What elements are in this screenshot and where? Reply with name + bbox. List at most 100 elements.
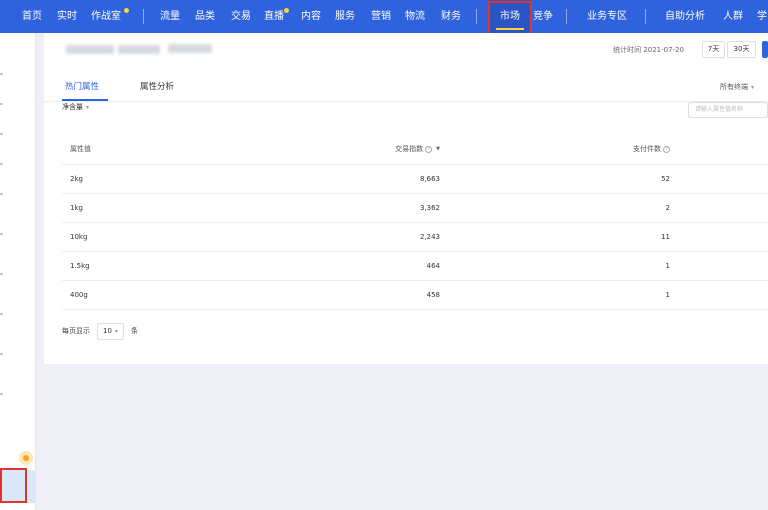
channel-select-label: 所有终端 (719, 83, 748, 91)
range-custom-button[interactable] (762, 41, 768, 58)
sidebar-highlight-box (0, 468, 27, 503)
cell-attribute-value: 1.5kg (62, 251, 272, 281)
nav-item-category[interactable]: 品类 (195, 0, 215, 33)
nav-separator (566, 9, 567, 24)
attribute-filter-select[interactable]: 净含量 ▾ (62, 102, 89, 112)
pager-prefix: 每页显示 (62, 327, 90, 335)
cell-pay-count: 1 (440, 251, 670, 281)
left-sidebar (0, 33, 36, 510)
nav-item-home[interactable]: 首页 (22, 0, 42, 33)
nav-item-marketing[interactable]: 营销 (371, 0, 391, 33)
cell-spacer (670, 280, 768, 310)
blurred-breadcrumb (118, 45, 160, 54)
chevron-down-icon: ▾ (86, 104, 90, 111)
sidebar-item-marker (0, 133, 3, 135)
blurred-breadcrumb (66, 45, 114, 54)
nav-item-realtime[interactable]: 实时 (57, 0, 77, 33)
cell-attribute-value: 10kg (62, 222, 272, 252)
cell-attribute-value: 1kg (62, 193, 272, 223)
sidebar-item-marker (0, 313, 3, 315)
sidebar-item-marker (0, 103, 3, 105)
page-size-select[interactable]: 10 ▾ (97, 322, 124, 340)
cell-pay-count: 52 (440, 164, 670, 194)
top-nav: 首页 实时 作战室 流量 品类 交易 直播 内容 服务 营销 物流 财务 市场 … (0, 0, 768, 36)
info-icon[interactable]: ? (663, 145, 670, 153)
table-row: 2kg 8,663 52 (62, 164, 768, 194)
nav-item-live[interactable]: 直播 (264, 0, 284, 33)
sidebar-item-marker (0, 73, 3, 75)
column-header-pay-count[interactable]: 支付件数? (440, 135, 670, 165)
cell-pay-count: 11 (440, 222, 670, 252)
nav-item-learn[interactable]: 学 (757, 0, 767, 33)
tab-active-ink (62, 99, 108, 101)
sidebar-item-marker (0, 393, 3, 395)
cell-attribute-value: 400g (62, 280, 272, 310)
nav-separator (476, 9, 477, 24)
sidebar-item-marker (0, 193, 3, 195)
page-size-value: 10 (103, 326, 112, 335)
sidebar-notification-icon[interactable] (19, 451, 33, 465)
sort-desc-icon[interactable]: ▼ (436, 146, 440, 152)
tab-hot-attributes[interactable]: 热门属性 (65, 80, 99, 92)
column-header-trade-index-label: 交易指数 (395, 145, 424, 154)
nav-item-competition[interactable]: 竞争 (533, 0, 553, 33)
sidebar-item-marker (0, 163, 3, 165)
nav-item-crowd[interactable]: 人群 (723, 0, 743, 33)
nav-item-self-analysis[interactable]: 自助分析 (665, 0, 705, 33)
nav-item-content[interactable]: 内容 (301, 0, 321, 33)
cell-trade-index: 458 (272, 280, 440, 310)
attribute-card: 热门属性 属性分析 所有终端 ▾ 净含量 ▾ 请输入属性值名称 属性值 交易指数? ▼… (44, 68, 768, 364)
stat-time: 统计时间 2021-07-20 (613, 46, 684, 54)
nav-separator (645, 9, 646, 24)
table-row: 400g 458 1 (62, 280, 768, 310)
tab-attribute-analysis[interactable]: 属性分析 (140, 80, 174, 92)
range-7day-button[interactable]: 7天 (702, 41, 725, 58)
cell-trade-index: 3,362 (272, 193, 440, 223)
attribute-filter-label: 净含量 (62, 103, 83, 111)
filter-row: 净含量 ▾ 请输入属性值名称 (44, 102, 768, 118)
cell-trade-index: 2,243 (272, 222, 440, 252)
column-header-attribute-value: 属性值 (62, 135, 272, 165)
cell-spacer (670, 222, 768, 252)
panel-header: 统计时间 2021-07-20 7天 30天 (44, 33, 768, 68)
sidebar-item-marker (0, 233, 3, 235)
attribute-search-input[interactable]: 请输入属性值名称 (688, 102, 768, 118)
cell-trade-index: 464 (272, 251, 440, 281)
nav-item-traffic[interactable]: 流量 (160, 0, 180, 33)
cell-spacer (670, 251, 768, 281)
cell-spacer (670, 164, 768, 194)
pager-suffix: 条 (130, 327, 138, 335)
nav-item-war-room[interactable]: 作战室 (91, 0, 121, 33)
info-icon[interactable]: ? (425, 145, 433, 153)
table-header-row: 属性值 交易指数? ▼ 支付件数? (62, 135, 768, 165)
column-header-trade-index[interactable]: 交易指数? ▼ (272, 135, 440, 165)
column-header-pay-count-label: 支付件数 (633, 145, 661, 154)
column-header-spacer (670, 135, 768, 165)
war-room-badge-icon (124, 8, 129, 13)
cell-attribute-value: 2kg (62, 164, 272, 194)
attribute-table: 属性值 交易指数? ▼ 支付件数? 2kg 8,663 52 1kg 3,362 … (62, 135, 768, 310)
range-30day-button[interactable]: 30天 (727, 41, 756, 58)
nav-highlight-box (488, 1, 532, 36)
table-row: 1.5kg 464 1 (62, 251, 768, 281)
chevron-down-icon: ▾ (750, 84, 754, 91)
cell-trade-index: 8,663 (272, 164, 440, 194)
sidebar-item-marker (0, 273, 3, 275)
sidebar-item-marker (0, 353, 3, 355)
nav-separator (143, 9, 144, 24)
nav-item-logistics[interactable]: 物流 (405, 0, 425, 33)
chevron-down-icon: ▾ (114, 327, 118, 335)
nav-item-trade[interactable]: 交易 (231, 0, 251, 33)
pagination: 每页显示 10 ▾ 条 (62, 322, 138, 340)
nav-item-finance[interactable]: 财务 (441, 0, 461, 33)
attribute-tabs: 热门属性 属性分析 所有终端 ▾ (44, 68, 768, 102)
channel-select[interactable]: 所有终端 ▾ (720, 82, 754, 92)
nav-item-business-zone[interactable]: 业务专区 (587, 0, 627, 33)
cell-spacer (670, 193, 768, 223)
table-row: 10kg 2,243 11 (62, 222, 768, 252)
cell-pay-count: 2 (440, 193, 670, 223)
live-badge-icon (284, 8, 289, 13)
cell-pay-count: 1 (440, 280, 670, 310)
table-row: 1kg 3,362 2 (62, 193, 768, 223)
nav-item-service[interactable]: 服务 (335, 0, 355, 33)
